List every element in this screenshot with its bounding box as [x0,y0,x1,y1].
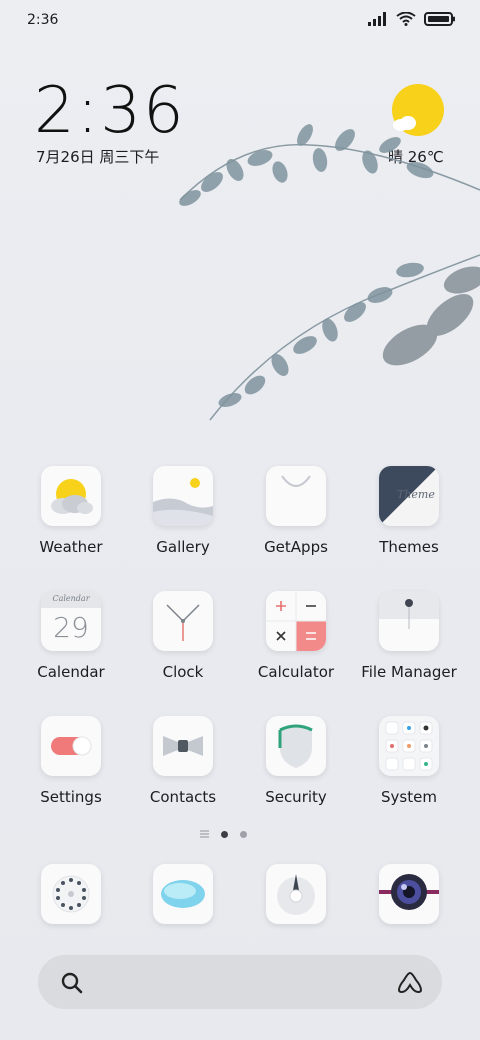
app-system-folder[interactable]: System [354,716,464,806]
shopping-bag-icon[interactable] [266,466,326,526]
status-bar: 2:36 [0,0,480,42]
app-label: File Manager [361,663,457,681]
folder-icon[interactable] [379,591,439,651]
calendar-icon[interactable]: Calendar 29 [41,591,101,651]
calculator-icon[interactable] [266,591,326,651]
app-label: Calculator [257,663,335,681]
themes-icon[interactable]: Theme [379,466,439,526]
app-label: Clock [162,663,204,681]
signal-icon [368,12,386,26]
app-gallery[interactable]: Gallery [128,466,238,556]
dock-phone[interactable] [16,864,126,924]
assistant-icon[interactable] [396,970,424,994]
wallpaper-leaves [179,124,480,421]
wifi-icon [396,12,416,26]
dock-camera[interactable] [354,864,464,924]
page-dot[interactable] [240,830,247,838]
search-bar[interactable] [38,955,442,1009]
weather-app-icon[interactable] [41,466,101,526]
app-label: Themes [379,538,439,556]
app-label: System [381,788,437,806]
compass-icon[interactable] [266,864,326,924]
app-weather[interactable]: Weather [16,466,126,556]
app-label: GetApps [264,538,328,556]
phone-dial-icon[interactable] [41,864,101,924]
calendar-day-text: 29 [53,611,89,644]
calendar-header-text: Calendar [52,594,90,603]
app-security[interactable]: Security [241,716,351,806]
app-getapps[interactable]: GetApps [241,466,351,556]
app-settings[interactable]: Settings [16,716,126,806]
app-themes[interactable]: Theme Themes [354,466,464,556]
dock-browser[interactable] [241,864,351,924]
app-folder-icon[interactable] [379,716,439,776]
app-calendar[interactable]: Calendar 29 Calendar [16,591,126,681]
status-time: 2:36 [27,12,59,28]
battery-icon [424,12,455,26]
clock-icon[interactable] [153,591,213,651]
message-bubble-icon[interactable] [153,864,213,924]
bow-tie-icon[interactable] [153,716,213,776]
search-icon[interactable] [60,971,84,995]
app-label: Weather [39,538,103,556]
shield-icon[interactable] [266,716,326,776]
toggle-icon[interactable] [41,716,101,776]
dock-messages[interactable] [128,864,238,924]
app-label: Security [265,788,327,806]
app-label: Gallery [156,538,210,556]
app-clock[interactable]: Clock [128,591,238,681]
app-calculator[interactable]: Calculator [241,591,351,681]
page-indicator[interactable] [200,830,247,838]
app-label: Calendar [37,663,105,681]
camera-lens-icon[interactable] [379,864,439,924]
menu-lines-icon [200,830,209,838]
app-file-manager[interactable]: File Manager [354,591,464,681]
page-dot-active[interactable] [221,830,228,838]
app-label: Settings [40,788,102,806]
app-contacts[interactable]: Contacts [128,716,238,806]
widget-date: 7月26日 周三下午 [36,148,160,166]
gallery-icon[interactable] [153,466,213,526]
app-label: Contacts [149,788,217,806]
themes-script-text: Theme [397,488,435,501]
